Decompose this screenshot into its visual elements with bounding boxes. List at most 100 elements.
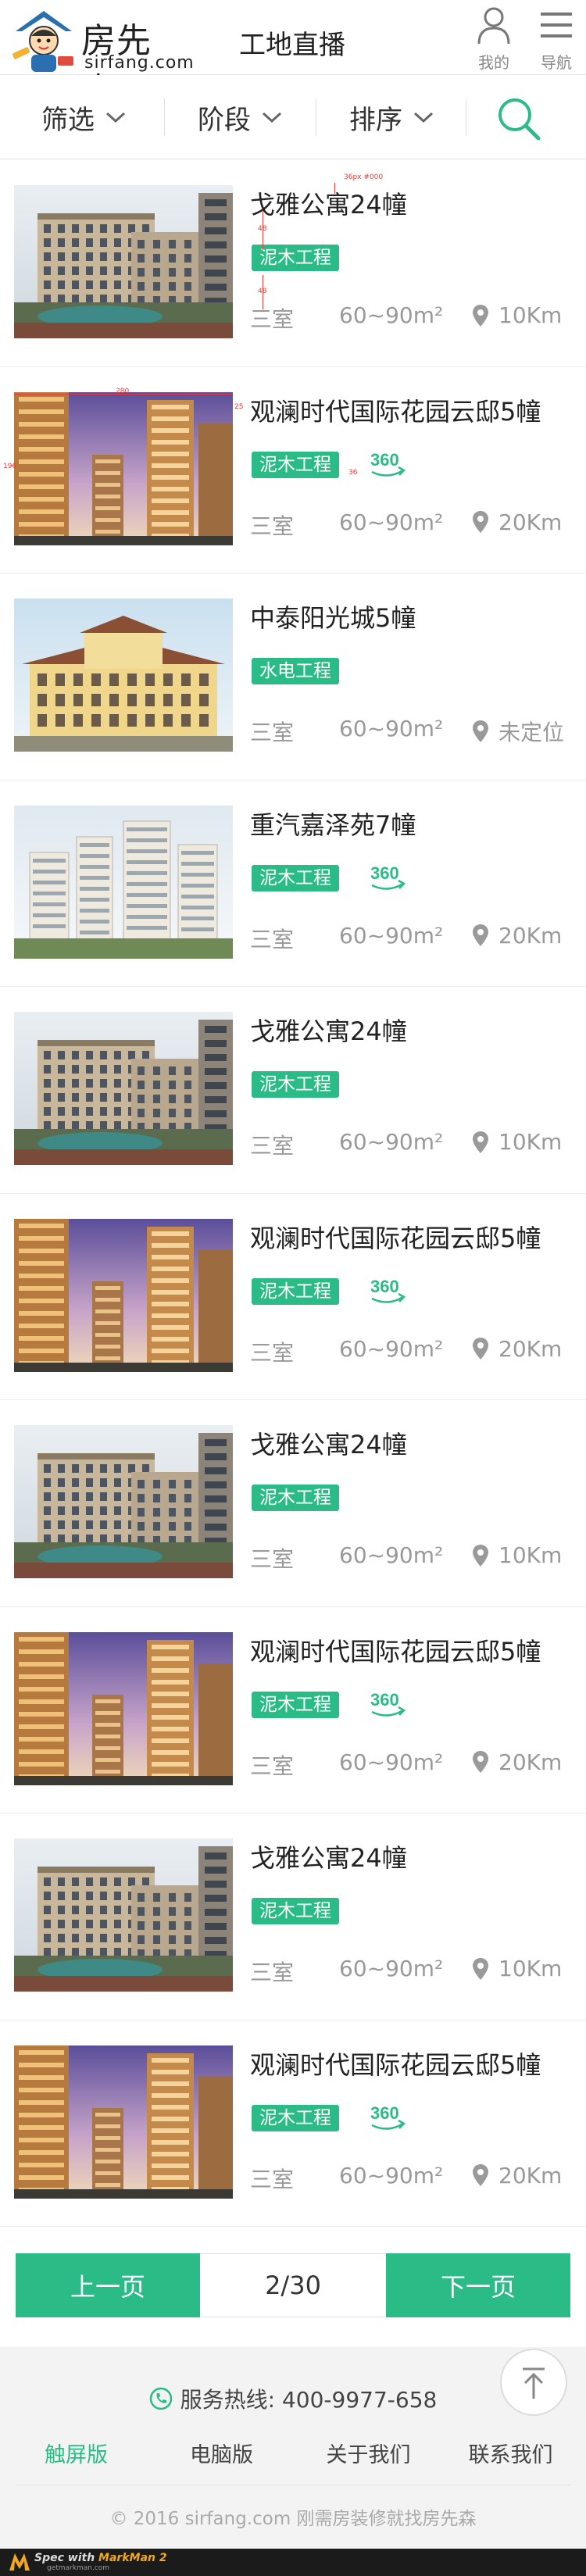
stage-dropdown[interactable]: 阶段 <box>166 75 314 159</box>
top-header: 房先森 sirfang.com 工地直播 我的 导航 <box>0 0 586 111</box>
spec-edge-note: 25 <box>234 403 244 411</box>
sort-dropdown[interactable]: 排序 <box>317 75 466 159</box>
site-thumbnail[interactable] <box>14 1838 233 1992</box>
prev-page-button[interactable]: 上一页 <box>16 2253 200 2317</box>
site-thumbnail[interactable] <box>14 185 233 338</box>
vr-360-badge[interactable]: 360 <box>367 1272 408 1308</box>
vr-360-badge[interactable]: 360 <box>367 859 408 895</box>
stage-tag: 泥木工程 <box>252 245 339 271</box>
markman-url: getmarkman.com <box>47 2564 110 2572</box>
chevron-down-icon <box>262 112 282 123</box>
list-item[interactable]: 中泰阳光城5幢 水电工程 三室 60~90m² 未定位 <box>0 573 586 781</box>
footer-link-touch[interactable]: 触屏版 <box>3 2438 149 2468</box>
distance-info: 10Km <box>472 1956 562 1981</box>
user-icon <box>477 7 510 45</box>
svg-text:360: 360 <box>370 1277 399 1296</box>
spec-line <box>14 394 233 395</box>
site-logo[interactable]: 房先森 sirfang.com <box>6 8 194 111</box>
site-thumbnail[interactable] <box>14 1631 233 1785</box>
phone-icon <box>149 2387 172 2410</box>
my-account-button[interactable]: 我的 <box>470 6 517 72</box>
list-item[interactable]: 戈雅公寓24幢 泥木工程 三室 60~90m² 10Km <box>0 1813 586 2020</box>
list-item[interactable]: 戈雅公寓24幢 泥木工程 三室 60~90m² 10Km <box>0 987 586 1194</box>
list-item[interactable]: 戈雅公寓24幢 泥木工程 三室 60~90m² 10Km <box>0 1400 586 1607</box>
location-pin-icon <box>473 1544 488 1567</box>
list-item[interactable]: 观澜时代国际花园云邸5幢 泥木工程 360 三室 60~90m² 20Km <box>0 2020 586 2227</box>
filter-label: 筛选 <box>41 104 95 136</box>
location-pin-icon <box>473 1751 488 1773</box>
spec-line <box>334 183 335 194</box>
search-button[interactable] <box>494 94 544 144</box>
area-range: 60~90m² <box>339 716 444 741</box>
stage-tag: 泥木工程 <box>252 1071 339 1098</box>
footer-link-about[interactable]: 关于我们 <box>295 2438 441 2468</box>
vr-360-badge[interactable]: 360 <box>367 2099 408 2135</box>
site-thumbnail[interactable] <box>14 1425 233 1578</box>
site-thumbnail[interactable] <box>14 805 233 959</box>
page-title: 工地直播 <box>239 30 345 61</box>
distance-info: 20Km <box>472 509 562 535</box>
location-pin-icon <box>473 1957 488 1980</box>
project-name: 观澜时代国际花园云邸5幢 <box>250 1636 541 1667</box>
svg-text:360: 360 <box>370 863 399 883</box>
list-item[interactable]: 观澜时代国际花园云邸5幢 泥木工程 360 三室 60~90m² 20Km <box>0 1607 586 1813</box>
page-indicator: 2/30 <box>265 2271 321 2300</box>
project-name: 重汽嘉泽苑7幢 <box>250 809 416 840</box>
area-range: 60~90m² <box>339 2162 444 2188</box>
area-range: 60~90m² <box>339 1335 444 1362</box>
vr-360-badge[interactable]: 360 <box>367 1685 408 1721</box>
area-range: 60~90m² <box>339 1542 444 1568</box>
distance-info: 20Km <box>472 2163 562 2188</box>
spec-tag-gap-note: 36 <box>348 469 358 477</box>
site-thumbnail[interactable] <box>14 391 233 545</box>
stage-tag: 泥木工程 <box>252 864 339 891</box>
spec-font-note: 36px #000 <box>344 173 384 181</box>
filter-bar: 筛选 阶段 排序 <box>0 75 586 159</box>
footer-link-contact[interactable]: 联系我们 <box>438 2438 584 2468</box>
svg-text:360: 360 <box>370 2103 399 2123</box>
project-name: 观澜时代国际花园云邸5幢 <box>250 1223 541 1253</box>
pagination: 上一页 2/30 下一页 <box>16 2253 570 2317</box>
distance-text: 20Km <box>498 509 563 535</box>
distance-text: 未定位 <box>498 720 565 745</box>
markman-bar: Spec with MarkMan 2 getmarkman.com <box>0 2549 586 2576</box>
site-thumbnail[interactable] <box>14 1012 233 1165</box>
search-icon <box>498 98 541 141</box>
distance-info: 未定位 <box>472 716 564 747</box>
distance-text: 20Km <box>498 2162 563 2188</box>
vr-360-icon: 360 <box>370 450 406 477</box>
markman-logo-icon <box>9 2553 30 2571</box>
area-range: 60~90m² <box>339 1956 444 1981</box>
list-item[interactable]: 重汽嘉泽苑7幢 泥木工程 360 三室 60~90m² 20Km <box>0 781 586 987</box>
location-pin-icon <box>473 1338 488 1359</box>
distance-text: 20Km <box>498 922 563 949</box>
room-count: 三室 <box>250 1546 295 1572</box>
construction-site-list: 戈雅公寓24幢 泥木工程 三室 60~90m² 10Km 观澜时代国际花园云邸5幢 泥木工程… <box>0 160 586 2227</box>
stage-tag: 水电工程 <box>252 658 339 684</box>
page: 房先森 sirfang.com 工地直播 我的 导航 筛选 <box>0 0 586 2576</box>
list-item[interactable]: 观澜时代国际花园云邸5幢 泥木工程 360 三室 60~90m² 20Km <box>0 1194 586 1400</box>
footer-link-desktop[interactable]: 电脑版 <box>148 2438 295 2468</box>
arrow-up-icon <box>523 2367 545 2399</box>
service-hotline[interactable]: 服务热线: 400-9977-658 <box>0 2383 586 2414</box>
site-footer: 服务热线: 400-9977-658 触屏版 电脑版 关于我们 联系我们 © 2… <box>0 2347 586 2549</box>
vr-360-icon: 360 <box>370 1690 406 1717</box>
distance-text: 10Km <box>498 302 563 328</box>
site-thumbnail[interactable] <box>14 1218 233 1372</box>
vr-360-icon: 360 <box>370 2103 406 2130</box>
nav-menu-button[interactable]: 导航 <box>533 6 580 72</box>
distance-text: 20Km <box>498 1749 563 1775</box>
list-item[interactable]: 观澜时代国际花园云邸5幢 泥木工程 360 三室 60~90m² 20Km <box>0 367 586 573</box>
next-page-button[interactable]: 下一页 <box>386 2253 570 2317</box>
site-thumbnail[interactable] <box>14 2045 233 2199</box>
chevron-down-icon <box>413 112 434 123</box>
back-to-top-button[interactable] <box>500 2349 567 2416</box>
filter-dropdown[interactable]: 筛选 <box>9 75 158 159</box>
filter-divider <box>164 98 165 136</box>
project-name: 戈雅公寓24幢 <box>250 1843 407 1873</box>
menu-icon <box>541 13 572 38</box>
vr-360-badge[interactable]: 360 <box>367 445 408 481</box>
site-thumbnail[interactable] <box>14 598 233 752</box>
list-item[interactable]: 戈雅公寓24幢 泥木工程 三室 60~90m² 10Km <box>0 160 586 367</box>
room-count: 三室 <box>250 513 295 539</box>
